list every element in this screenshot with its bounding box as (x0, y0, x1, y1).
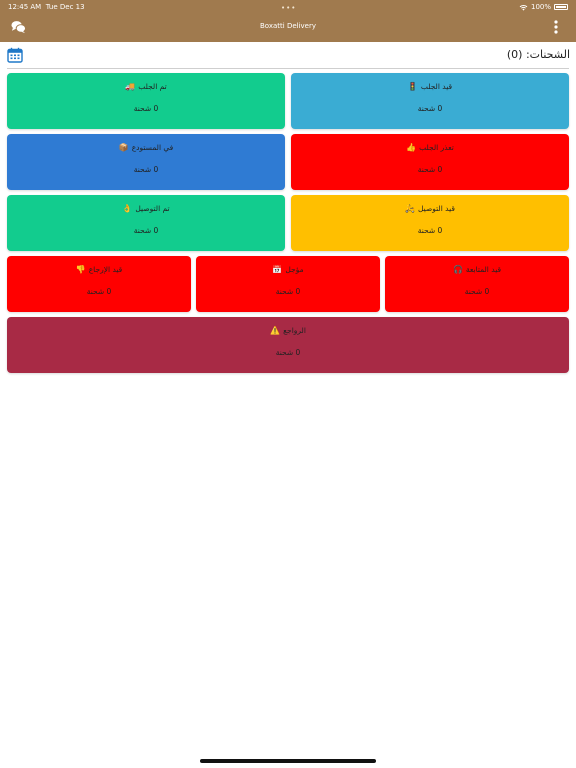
status-right: 100% (519, 3, 568, 11)
scooter-icon: 🛵 (405, 204, 415, 213)
card-count: 0 شحنة (275, 287, 301, 296)
card-count: 0 شحنة (417, 165, 443, 174)
card-pickup-failed[interactable]: تعذر الجلب👍 0 شحنة (291, 134, 569, 190)
warning-icon: ⚠️ (270, 326, 281, 335)
shipments-count-title: الشحنات: (0) (506, 48, 570, 61)
traffic-light-icon: 🚦 (407, 82, 418, 91)
package-icon: 📦 (118, 143, 129, 152)
card-count: 0 شحنة (133, 104, 159, 113)
card-label: الرواجع (283, 326, 306, 335)
app-header: 12:45 AM Tue Dec 13 ••• 100% Boxatti Del… (0, 0, 576, 42)
card-postponed[interactable]: مؤجل📅 0 شحنة (196, 256, 380, 312)
wifi-icon (519, 4, 528, 11)
card-pickup-pending[interactable]: قيد الجلب🚦 0 شحنة (291, 73, 569, 129)
card-in-warehouse[interactable]: في المستودع📦 0 شحنة (7, 134, 285, 190)
card-label: قيد الإرجاع (88, 265, 123, 274)
thumbs-down-icon: 👎 (75, 265, 86, 274)
card-label: قيد المتابعة (465, 265, 502, 274)
home-indicator[interactable] (200, 759, 376, 763)
card-follow-up[interactable]: قيد المتابعة🎧 0 شحنة (385, 256, 569, 312)
card-count: 0 شحنة (417, 226, 443, 235)
battery-percent: 100% (530, 3, 551, 11)
card-delivered[interactable]: تم التوصيل👌 0 شحنة (7, 195, 285, 251)
calendar-icon[interactable] (7, 47, 23, 63)
card-label: تعذر الجلب (419, 143, 454, 152)
app-title: Boxatti Delivery (259, 22, 317, 30)
card-count: 0 شحنة (133, 165, 159, 174)
battery-icon (554, 4, 568, 10)
card-count: 0 شحنة (275, 348, 301, 357)
card-count: 0 شحنة (86, 287, 112, 296)
thumbs-up-icon: 👍 (406, 143, 417, 152)
card-returns[interactable]: الرواجع⚠️ 0 شحنة (7, 317, 569, 373)
ok-hand-icon: 👌 (122, 204, 133, 213)
card-label: تم التوصيل (135, 204, 170, 213)
status-time-date: 12:45 AM Tue Dec 13 (8, 3, 85, 11)
card-label: في المستودع (131, 143, 174, 152)
calendar-date-icon: 📅 (272, 265, 283, 274)
card-label: قيد التوصيل (417, 204, 455, 213)
divider (7, 68, 569, 69)
status-time: 12:45 AM (8, 3, 42, 11)
card-delivery-pending[interactable]: قيد التوصيل🛵 0 شحنة (291, 195, 569, 251)
card-label: تم الجلب (138, 82, 167, 91)
more-vertical-icon[interactable] (554, 20, 558, 34)
card-count: 0 شحنة (133, 226, 159, 235)
card-label: قيد الجلب (420, 82, 453, 91)
card-count: 0 شحنة (464, 287, 490, 296)
multitask-dots[interactable]: ••• (281, 4, 296, 12)
card-label: مؤجل (285, 265, 304, 274)
status-date: Tue Dec 13 (45, 3, 85, 11)
headphones-icon: 🎧 (452, 265, 463, 274)
card-return-pending[interactable]: قيد الإرجاع👎 0 شحنة (7, 256, 191, 312)
card-count: 0 شحنة (417, 104, 443, 113)
truck-icon: 🚚 (125, 82, 136, 91)
card-picked-up[interactable]: تم الجلب🚚 0 شحنة (7, 73, 285, 129)
